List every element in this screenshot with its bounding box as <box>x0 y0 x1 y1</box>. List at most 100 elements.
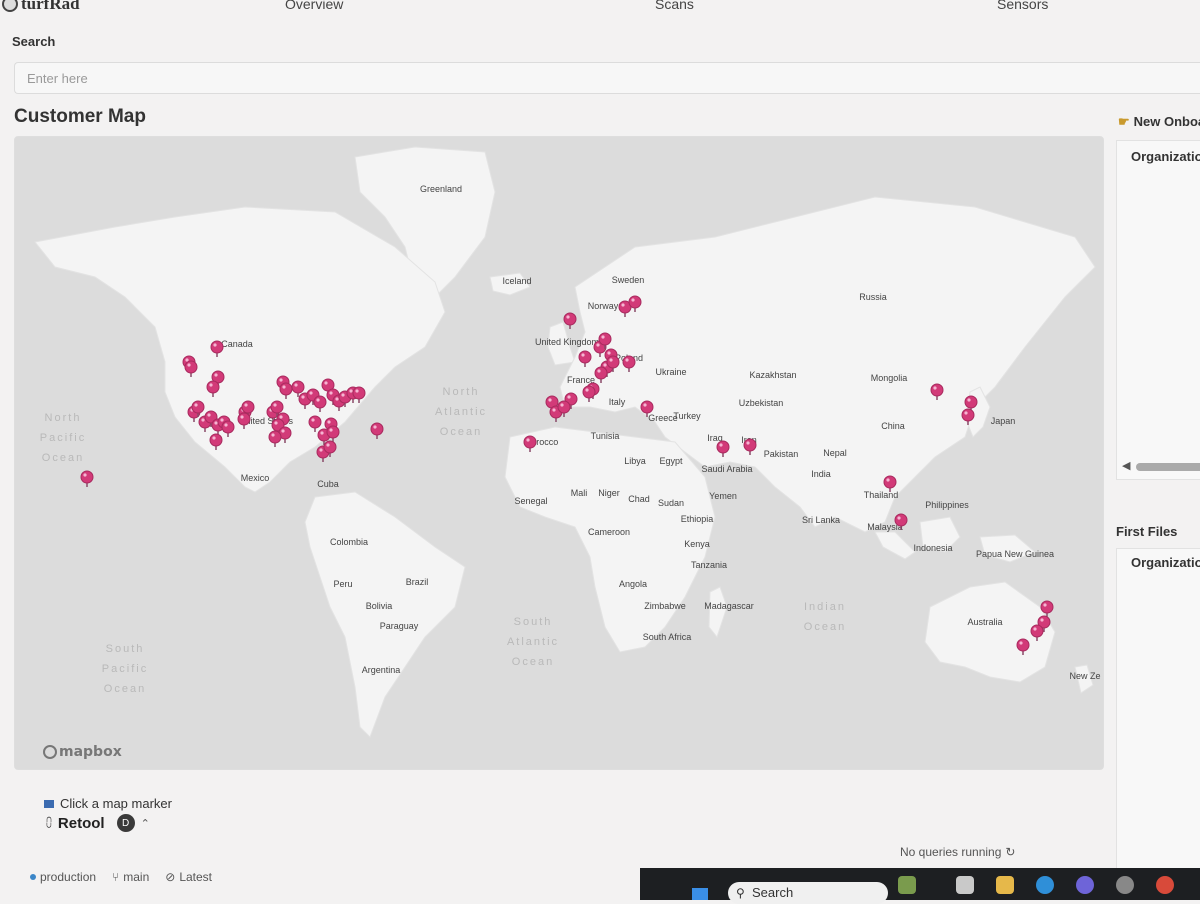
map-marker-pin[interactable] <box>930 383 944 397</box>
map-marker-highlight <box>311 418 315 422</box>
first-files-table[interactable]: Organization <box>1116 548 1200 900</box>
map-marker-pin[interactable] <box>894 513 908 527</box>
map-marker-highlight <box>897 516 901 520</box>
app-logo[interactable]: turfRad <box>2 0 80 14</box>
map-label-saudi-arabia: Saudi Arabia <box>701 464 752 474</box>
map-marker-pin[interactable] <box>184 360 198 374</box>
chrome-icon[interactable] <box>1156 876 1174 894</box>
logo-icon <box>2 0 18 12</box>
map-marker-pin[interactable] <box>270 400 284 414</box>
map-marker-highlight <box>631 298 635 302</box>
map-marker-pin[interactable] <box>241 400 255 414</box>
chevron-up-icon[interactable]: ⌃ <box>141 817 150 830</box>
user-avatar[interactable]: D <box>116 814 135 832</box>
map-marker-highlight <box>746 441 750 445</box>
release-latest[interactable]: ⊘ Latest <box>165 870 212 884</box>
map-label-south-africa: South Africa <box>643 632 692 642</box>
map-marker-pin[interactable] <box>80 470 94 484</box>
env-production[interactable]: production <box>30 870 96 884</box>
world-map[interactable]: GreenlandIcelandCanadaUnited StatesMexic… <box>15 137 1103 769</box>
query-status: No queries running ↻ <box>900 845 1015 859</box>
map-marker-pin[interactable] <box>291 380 305 394</box>
map-marker-highlight <box>213 343 217 347</box>
map-marker-pin[interactable] <box>323 440 337 454</box>
map-marker-pin[interactable] <box>578 350 592 364</box>
map-label-niger: Niger <box>598 488 620 498</box>
file-explorer-icon[interactable] <box>996 876 1014 894</box>
media-icon[interactable] <box>1076 876 1094 894</box>
map-marker-pin[interactable] <box>640 400 654 414</box>
windows-start-icon[interactable] <box>692 888 708 900</box>
map-marker-pin[interactable] <box>279 382 293 396</box>
nav-overview[interactable]: Overview <box>285 0 343 12</box>
task-view-icon[interactable] <box>956 876 974 894</box>
map-marker-pin[interactable] <box>326 425 340 439</box>
map-marker-pin[interactable] <box>210 340 224 354</box>
map-marker-pin[interactable] <box>598 332 612 346</box>
map-marker-pin[interactable] <box>370 422 384 436</box>
map-marker-pin[interactable] <box>523 435 537 449</box>
onboarding-table[interactable]: Organization <box>1116 140 1200 480</box>
scroll-left-icon[interactable]: ◀ <box>1122 459 1130 472</box>
map-marker-highlight <box>320 431 324 435</box>
nav-scans[interactable]: Scans <box>655 0 694 12</box>
customer-map[interactable]: Greenland Iceland Canada United States Mexic… <box>14 136 1104 770</box>
map-label-papua-new-guinea: Papua New Guinea <box>976 549 1054 559</box>
map-marker-pin[interactable] <box>563 312 577 326</box>
map-marker-highlight <box>327 420 331 424</box>
retool-bar[interactable]: ⩇ Retool D ⌃ <box>46 814 150 832</box>
nav-sensors[interactable]: Sensors <box>997 0 1048 12</box>
map-marker-highlight <box>1040 618 1044 622</box>
map-marker-pin[interactable] <box>268 430 282 444</box>
mapbox-attribution[interactable]: mapbox <box>43 744 122 760</box>
map-marker-pin[interactable] <box>1040 600 1054 614</box>
map-label-sweden: Sweden <box>612 275 645 285</box>
map-marker-pin[interactable] <box>308 415 322 429</box>
scrollbar[interactable] <box>1136 463 1200 471</box>
map-label-yemen: Yemen <box>709 491 737 501</box>
map-marker-highlight <box>240 415 244 419</box>
map-label-kenya: Kenya <box>684 539 710 549</box>
map-marker-pin[interactable] <box>206 380 220 394</box>
search-input[interactable] <box>14 62 1200 94</box>
map-marker-highlight <box>1043 603 1047 607</box>
map-marker-pin[interactable] <box>622 355 636 369</box>
map-marker-pin[interactable] <box>313 395 327 409</box>
map-marker-pin[interactable] <box>964 395 978 409</box>
edge-icon[interactable] <box>1036 876 1054 894</box>
map-marker-pin[interactable] <box>221 420 235 434</box>
column-organization[interactable]: Organization <box>1131 149 1200 164</box>
map-marker-highlight <box>214 373 218 377</box>
map-label-south-atlantic-ocean: South Atlantic Ocean <box>507 616 559 668</box>
map-marker-highlight <box>194 403 198 407</box>
map-marker-pin[interactable] <box>582 385 596 399</box>
map-hint: Click a map marker <box>44 796 172 811</box>
map-marker-pin[interactable] <box>716 440 730 454</box>
map-label-sri-lanka: Sri Lanka <box>802 515 840 525</box>
map-marker-pin[interactable] <box>961 408 975 422</box>
column-organization-2[interactable]: Organization <box>1131 555 1200 570</box>
map-marker-pin[interactable] <box>628 295 642 309</box>
map-marker-pin[interactable] <box>594 366 608 380</box>
map-marker-pin[interactable] <box>352 386 366 400</box>
clock-icon[interactable] <box>1116 876 1134 894</box>
widget-icon[interactable] <box>898 876 916 894</box>
map-marker-pin[interactable] <box>191 400 205 414</box>
environment-bar: production ⑂ main ⊘ Latest <box>30 870 212 884</box>
map-label-australia: Australia <box>967 617 1002 627</box>
map-marker-highlight <box>220 418 224 422</box>
map-marker-highlight <box>933 386 937 390</box>
map-marker-pin[interactable] <box>606 355 620 369</box>
branch-main[interactable]: ⑂ main <box>112 870 149 884</box>
map-label-egypt: Egypt <box>659 456 683 466</box>
map-marker-highlight <box>319 448 323 452</box>
map-marker-pin[interactable] <box>557 400 571 414</box>
map-marker-pin[interactable] <box>237 412 251 426</box>
map-marker-pin[interactable] <box>883 475 897 489</box>
map-marker-pin[interactable] <box>1030 624 1044 638</box>
map-marker-pin[interactable] <box>743 438 757 452</box>
taskbar-search[interactable]: ⚲ Search <box>728 882 888 904</box>
map-marker-pin[interactable] <box>209 433 223 447</box>
map-marker-highlight <box>282 385 286 389</box>
map-marker-pin[interactable] <box>1016 638 1030 652</box>
